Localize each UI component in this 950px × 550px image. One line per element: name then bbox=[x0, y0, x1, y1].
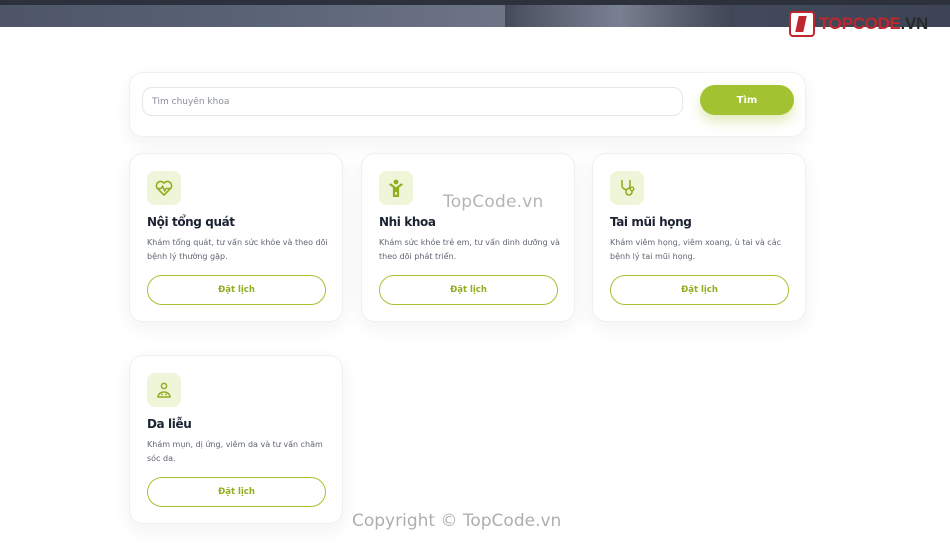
specialty-description: Khám tổng quát, tư vấn sức khỏe và theo … bbox=[147, 238, 328, 261]
topcode-logo-text: TOPCODE.VN bbox=[818, 14, 928, 33]
specialty-title: Tai mũi họng bbox=[610, 215, 692, 229]
stethoscope-icon bbox=[621, 179, 635, 196]
book-appointment-button[interactable]: Đặt lịch bbox=[610, 275, 789, 305]
book-appointment-button[interactable]: Đặt lịch bbox=[379, 275, 558, 305]
search-panel: Tìm bbox=[129, 72, 806, 137]
topcode-logo: TOPCODE.VN bbox=[788, 10, 928, 38]
watermark-text: TopCode.vn bbox=[443, 192, 544, 212]
specialty-title: Nội tổng quát bbox=[147, 215, 235, 229]
specialty-description: Khám sức khỏe trẻ em, tư vấn dinh dưỡng … bbox=[379, 238, 560, 261]
specialty-icon-box bbox=[147, 171, 181, 205]
topcode-logo-icon bbox=[788, 11, 815, 37]
specialty-title: Da liễu bbox=[147, 417, 192, 431]
specialty-card: Tai mũi họng Khám viêm họng, viêm xoang,… bbox=[592, 153, 806, 322]
specialty-title: Nhi khoa bbox=[379, 215, 436, 229]
book-appointment-button[interactable]: Đặt lịch bbox=[147, 275, 326, 305]
specialty-card: Nội tổng quát Khám tổng quát, tư vấn sức… bbox=[129, 153, 343, 322]
hero-banner-image bbox=[505, 5, 735, 27]
specialty-icon-box bbox=[147, 373, 181, 407]
heart-pulse-icon bbox=[155, 180, 173, 196]
specialty-description: Khám viêm họng, viêm xoang, ù tai và các… bbox=[610, 238, 781, 261]
specialty-card: Nhi khoa Khám sức khỏe trẻ em, tư vấn di… bbox=[361, 153, 575, 322]
search-button[interactable]: Tìm bbox=[700, 85, 794, 115]
specialty-card: Da liễu Khám mụn, dị ứng, viêm da và tư … bbox=[129, 355, 343, 524]
copyright-watermark: Copyright © TopCode.vn bbox=[352, 511, 562, 531]
search-input[interactable] bbox=[142, 87, 683, 116]
specialty-description: Khám mụn, dị ứng, viêm da và tư vấn chăm… bbox=[147, 440, 323, 463]
child-icon bbox=[389, 179, 403, 197]
specialty-icon-box bbox=[379, 171, 413, 205]
specialty-icon-box bbox=[610, 171, 644, 205]
book-appointment-button[interactable]: Đặt lịch bbox=[147, 477, 326, 507]
skin-care-icon bbox=[157, 382, 171, 398]
